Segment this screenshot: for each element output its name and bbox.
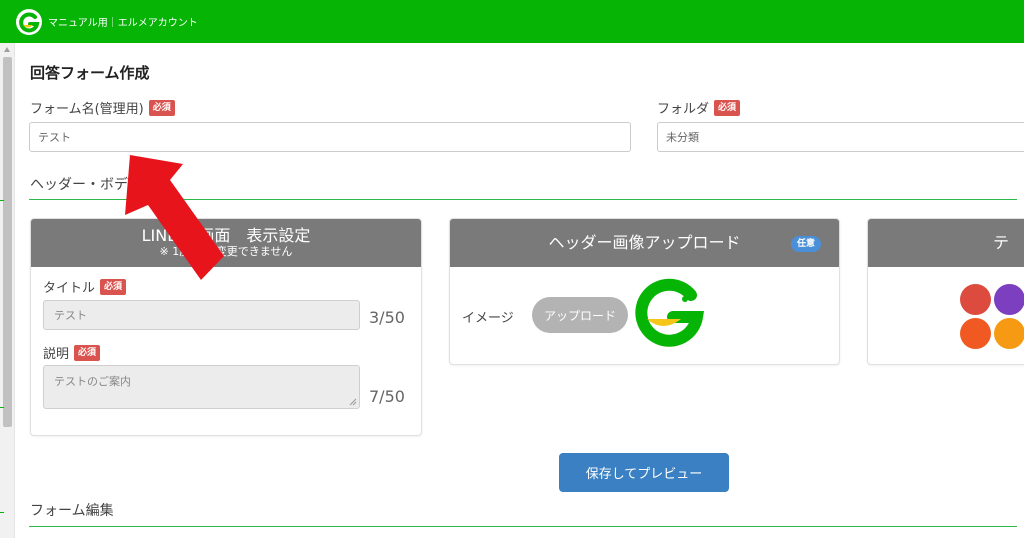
save-and-preview-button[interactable]: 保存してプレビュー [559,453,729,492]
upload-button[interactable]: アップロード [532,297,628,333]
title-input[interactable]: テスト [43,300,360,330]
form-name-value: テスト [38,131,71,144]
header-image-upload-card: ヘッダー画像アップロード 任意 イメージ アップロード [449,218,840,365]
section-divider [29,526,1017,527]
line-display-settings-card: LINE ク画面 表示設定 ※ 1度 ると変更できません タイトル 必須 テスト… [30,218,422,436]
optional-badge: 任意 [790,236,821,252]
description-char-counter: 7/50 [369,387,405,406]
account-name[interactable]: マニュアル用｜エルメアカウント [48,14,198,29]
header-image-card-title: ヘッダー画像アップロード [548,233,741,252]
section-divider [29,199,1017,200]
required-badge: 必須 [74,344,101,361]
line-card-header: LINE ク画面 表示設定 ※ 1度 ると変更できません [31,219,421,267]
resize-handle-icon[interactable] [349,398,357,406]
description-field-label: 説明 必須 [43,343,101,362]
vertical-scrollbar[interactable] [0,43,15,538]
form-name-input[interactable]: テスト [29,122,631,152]
section-title-header-body: ヘッダー・ボデ 集 [30,177,147,193]
save-and-preview-label: 保存してプレビュー [585,467,703,482]
folder-select[interactable]: 未分類 [657,122,1024,152]
form-name-label: フォーム名(管理用) 必須 [30,98,175,117]
description-value: テストのご案内 [54,375,131,388]
scroll-marker [0,407,4,408]
required-badge: 必須 [100,278,127,295]
line-card-title: LINE ク画面 表示設定 [141,226,311,245]
title-field-label: タイトル 必須 [43,277,127,296]
image-label: イメージ [462,307,514,326]
page-title: 回答フォーム作成 [30,64,150,82]
description-textarea[interactable]: テストのご案内 [43,365,360,409]
scroll-marker [0,512,4,513]
theme-card-header: テ [868,219,1024,267]
upload-button-label: アップロード [543,308,616,323]
title-input-value: テスト [54,309,87,322]
elme-logo-preview-icon [635,278,705,347]
elme-logo-icon[interactable] [16,8,42,35]
theme-color-amber[interactable] [994,318,1024,349]
line-card-note: ※ 1度 ると変更できません [159,245,293,258]
theme-color-red[interactable] [960,284,991,315]
form-name-label-text: フォーム名(管理用) [30,102,144,117]
theme-color-orange[interactable] [960,318,991,349]
top-bar: マニュアル用｜エルメアカウント [0,0,1024,43]
theme-card-title: テ [993,233,1010,252]
folder-label-text: フォルダ [657,102,710,117]
section-title-form-edit: フォーム編集 [30,503,114,519]
header-image-card-header: ヘッダー画像アップロード 任意 [450,219,839,267]
required-badge: 必須 [714,99,741,116]
folder-value: 未分類 [666,131,699,144]
required-badge: 必須 [148,99,175,116]
title-char-counter: 3/50 [369,308,405,327]
description-field-label-text: 説明 [43,347,70,362]
scroll-up-arrow-icon[interactable] [4,47,10,52]
scroll-marker [0,200,4,201]
folder-label: フォルダ 必須 [657,98,741,117]
title-field-label-text: タイトル [43,281,96,296]
image-label-text: イメージ [462,311,514,326]
theme-color-card: テ [867,218,1024,365]
theme-color-purple[interactable] [994,284,1024,315]
scrollbar-thumb[interactable] [3,57,12,427]
